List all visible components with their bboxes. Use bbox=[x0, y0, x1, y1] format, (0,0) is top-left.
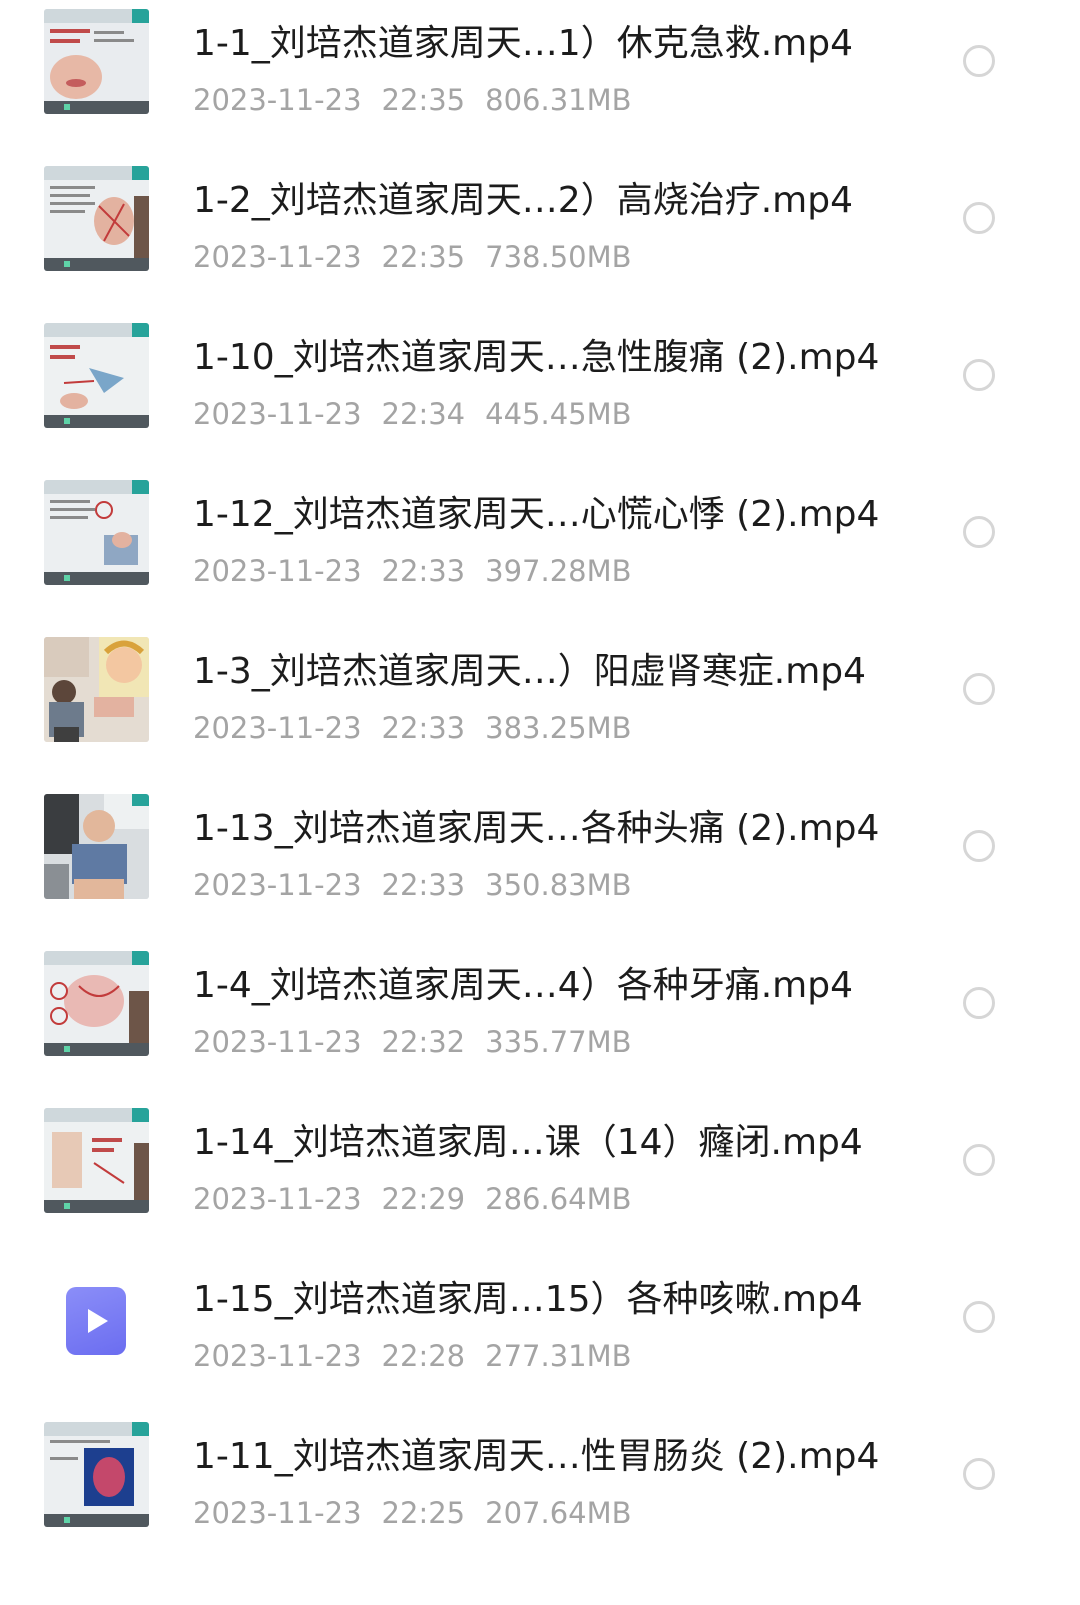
video-thumbnail bbox=[44, 637, 149, 742]
file-date: 2023-11-23 bbox=[193, 1496, 362, 1530]
file-size: 207.64MB bbox=[485, 1496, 632, 1530]
video-thumbnail bbox=[44, 166, 149, 271]
file-date: 2023-11-23 bbox=[193, 1025, 362, 1059]
file-meta: 2023-11-23 22:35 738.50MB bbox=[193, 237, 632, 277]
file-date: 2023-11-23 bbox=[193, 868, 362, 902]
video-thumbnail bbox=[44, 323, 149, 428]
select-checkbox[interactable] bbox=[963, 1144, 995, 1176]
video-thumbnail bbox=[44, 794, 149, 899]
video-thumbnail bbox=[44, 9, 149, 114]
video-thumbnail bbox=[44, 1422, 149, 1527]
file-size: 445.45MB bbox=[485, 397, 632, 431]
file-meta: 2023-11-23 22:33 397.28MB bbox=[193, 551, 632, 591]
file-row[interactable]: 1-3_刘培杰道家周天…）阳虚肾寒症.mp4 2023-11-23 22:33 38… bbox=[0, 628, 1080, 785]
file-row[interactable]: 1-12_刘培杰道家周天…心慌心悸 (2).mp4 2023-11-23 22:3… bbox=[0, 471, 1080, 628]
file-row[interactable]: 1-15_刘培杰道家周…15）各种咳嗽.mp4 2023-11-23 22:28 2… bbox=[0, 1256, 1080, 1413]
select-checkbox[interactable] bbox=[963, 45, 995, 77]
file-date: 2023-11-23 bbox=[193, 397, 362, 431]
file-name: 1-1_刘培杰道家周天…1）休克急救.mp4 bbox=[193, 23, 853, 64]
file-time: 22:32 bbox=[381, 1025, 466, 1059]
file-time: 22:34 bbox=[381, 397, 466, 431]
file-name: 1-14_刘培杰道家周…课（14）癃闭.mp4 bbox=[193, 1122, 863, 1163]
file-list: 1-1_刘培杰道家周天…1）休克急救.mp4 2023-11-23 22:35 80… bbox=[0, 0, 1080, 1605]
file-row[interactable]: 1-14_刘培杰道家周…课（14）癃闭.mp4 2023-11-23 22:29 2… bbox=[0, 1099, 1080, 1256]
select-checkbox[interactable] bbox=[963, 830, 995, 862]
file-size: 335.77MB bbox=[485, 1025, 632, 1059]
select-checkbox[interactable] bbox=[963, 673, 995, 705]
file-name: 1-11_刘培杰道家周天…性胃肠炎 (2).mp4 bbox=[193, 1436, 880, 1477]
file-size: 277.31MB bbox=[485, 1339, 632, 1373]
file-date: 2023-11-23 bbox=[193, 711, 362, 745]
file-date: 2023-11-23 bbox=[193, 83, 362, 117]
play-icon bbox=[88, 1309, 108, 1333]
file-name: 1-10_刘培杰道家周天…急性腹痛 (2).mp4 bbox=[193, 337, 880, 378]
select-checkbox[interactable] bbox=[963, 516, 995, 548]
select-checkbox[interactable] bbox=[963, 1301, 995, 1333]
file-size: 397.28MB bbox=[485, 554, 632, 588]
file-name: 1-13_刘培杰道家周天…各种头痛 (2).mp4 bbox=[193, 808, 880, 849]
file-row[interactable]: 1-1_刘培杰道家周天…1）休克急救.mp4 2023-11-23 22:35 80… bbox=[0, 0, 1080, 157]
file-date: 2023-11-23 bbox=[193, 1182, 362, 1216]
file-time: 22:33 bbox=[381, 554, 466, 588]
file-time: 22:35 bbox=[381, 83, 466, 117]
file-time: 22:33 bbox=[381, 711, 466, 745]
file-meta: 2023-11-23 22:28 277.31MB bbox=[193, 1336, 632, 1376]
video-thumbnail bbox=[44, 480, 149, 585]
select-checkbox[interactable] bbox=[963, 987, 995, 1019]
file-size: 286.64MB bbox=[485, 1182, 632, 1216]
file-meta: 2023-11-23 22:32 335.77MB bbox=[193, 1022, 632, 1062]
file-meta: 2023-11-23 22:34 445.45MB bbox=[193, 394, 632, 434]
file-name: 1-4_刘培杰道家周天…4）各种牙痛.mp4 bbox=[193, 965, 853, 1006]
video-badge bbox=[66, 1287, 126, 1355]
file-meta: 2023-11-23 22:33 383.25MB bbox=[193, 708, 632, 748]
file-row[interactable]: 1-11_刘培杰道家周天…性胃肠炎 (2).mp4 2023-11-23 22:2… bbox=[0, 1413, 1080, 1570]
file-name: 1-3_刘培杰道家周天…）阳虚肾寒症.mp4 bbox=[193, 651, 867, 692]
select-checkbox[interactable] bbox=[963, 359, 995, 391]
file-name: 1-15_刘培杰道家周…15）各种咳嗽.mp4 bbox=[193, 1279, 863, 1320]
file-meta: 2023-11-23 22:29 286.64MB bbox=[193, 1179, 632, 1219]
file-row[interactable]: 1-4_刘培杰道家周天…4）各种牙痛.mp4 2023-11-23 22:32 33… bbox=[0, 942, 1080, 1099]
file-size: 350.83MB bbox=[485, 868, 632, 902]
video-file-icon bbox=[44, 1265, 149, 1370]
file-size: 738.50MB bbox=[485, 240, 632, 274]
file-time: 22:28 bbox=[381, 1339, 466, 1373]
file-meta: 2023-11-23 22:35 806.31MB bbox=[193, 80, 632, 120]
file-row[interactable]: 1-2_刘培杰道家周天…2）高烧治疗.mp4 2023-11-23 22:35 73… bbox=[0, 157, 1080, 314]
file-time: 22:25 bbox=[381, 1496, 466, 1530]
file-meta: 2023-11-23 22:33 350.83MB bbox=[193, 865, 632, 905]
file-name: 1-2_刘培杰道家周天…2）高烧治疗.mp4 bbox=[193, 180, 853, 221]
select-checkbox[interactable] bbox=[963, 202, 995, 234]
file-size: 383.25MB bbox=[485, 711, 632, 745]
file-row[interactable]: 1-13_刘培杰道家周天…各种头痛 (2).mp4 2023-11-23 22:3… bbox=[0, 785, 1080, 942]
file-date: 2023-11-23 bbox=[193, 240, 362, 274]
file-date: 2023-11-23 bbox=[193, 1339, 362, 1373]
file-row[interactable]: 1-10_刘培杰道家周天…急性腹痛 (2).mp4 2023-11-23 22:3… bbox=[0, 314, 1080, 471]
file-time: 22:35 bbox=[381, 240, 466, 274]
video-thumbnail bbox=[44, 951, 149, 1056]
video-thumbnail bbox=[44, 1108, 149, 1213]
file-meta: 2023-11-23 22:25 207.64MB bbox=[193, 1493, 632, 1533]
file-date: 2023-11-23 bbox=[193, 554, 362, 588]
file-size: 806.31MB bbox=[485, 83, 632, 117]
file-time: 22:29 bbox=[381, 1182, 466, 1216]
select-checkbox[interactable] bbox=[963, 1458, 995, 1490]
file-time: 22:33 bbox=[381, 868, 466, 902]
file-name: 1-12_刘培杰道家周天…心慌心悸 (2).mp4 bbox=[193, 494, 880, 535]
